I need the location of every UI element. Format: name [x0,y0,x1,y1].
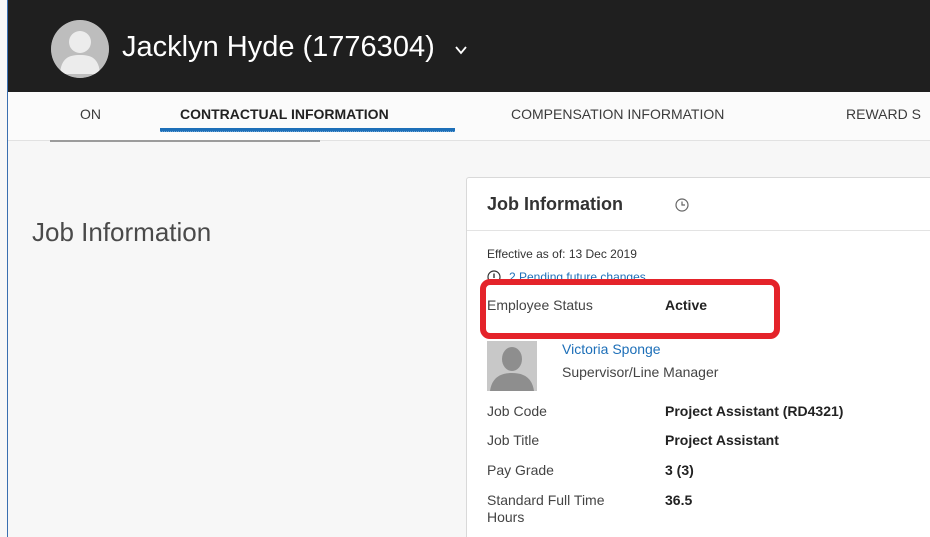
chevron-down-icon[interactable] [454,43,468,57]
tab-contractual-information[interactable]: CONTRACTUAL INFORMATION [180,106,389,122]
field-label: Job Code [487,403,547,419]
person-silhouette-icon [487,341,537,391]
employee-header: Jacklyn Hyde (1776304) [8,0,930,92]
tab-scroll-indicator[interactable] [50,140,320,142]
job-information-card: Job Information Effective as of: 13 Dec … [466,177,930,537]
clock-history-icon[interactable] [674,197,690,213]
field-label: Standard Full Time Hours [487,492,605,525]
tab-compensation-information[interactable]: COMPENSATION INFORMATION [511,106,724,122]
field-value: Project Assistant (RD4321) [665,403,844,419]
card-header: Job Information [467,178,930,231]
field-label: Pay Grade [487,462,554,478]
supervisor-avatar[interactable] [487,341,537,391]
active-tab-indicator [160,128,455,132]
section-title: Job Information [32,217,212,247]
tab-reward[interactable]: REWARD S [846,106,921,122]
supervisor-role: Supervisor/Line Manager [562,364,719,380]
field-label: Job Title [487,432,540,448]
supervisor-name-link[interactable]: Victoria Sponge [562,341,661,357]
tab-on[interactable]: ON [80,106,101,122]
employee-name[interactable]: Jacklyn Hyde (1776304) [122,29,435,65]
app-frame: Jacklyn Hyde (1776304) ON CONTRACTUAL IN… [7,0,930,537]
person-silhouette-icon[interactable] [51,20,109,78]
field-value: Project Assistant [665,432,779,448]
card-title: Job Information [487,194,623,214]
field-value: 3 (3) [665,462,694,478]
field-value: 36.5 [665,492,693,508]
highlight-annotation [480,279,780,339]
effective-date: Effective as of: 13 Dec 2019 [487,247,637,261]
tab-bar: ON CONTRACTUAL INFORMATION COMPENSATION … [8,92,930,141]
